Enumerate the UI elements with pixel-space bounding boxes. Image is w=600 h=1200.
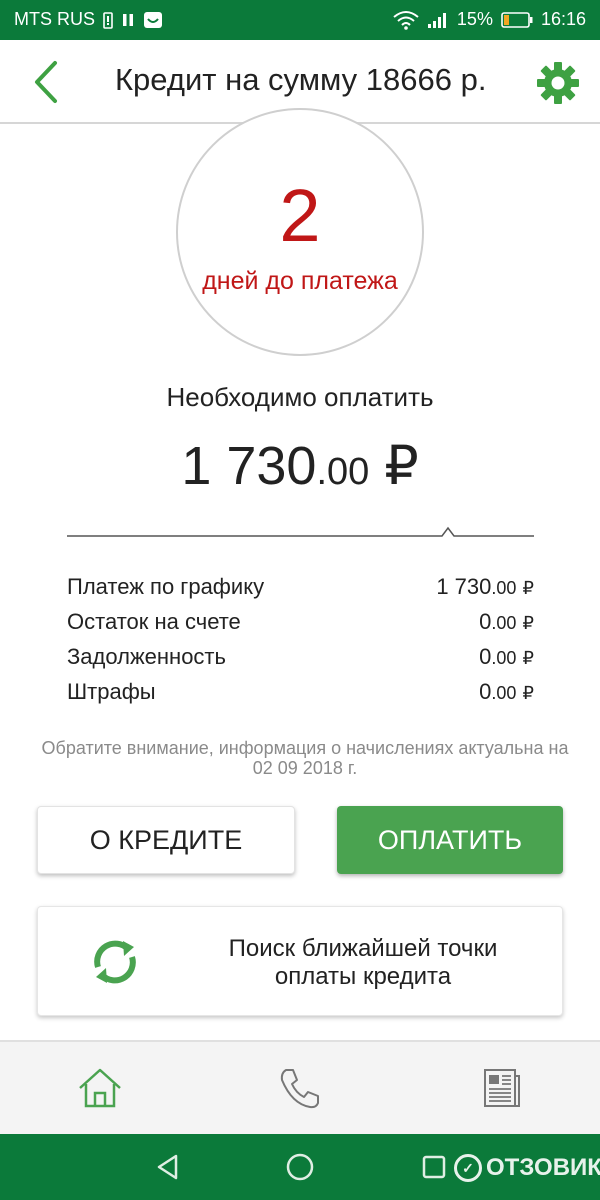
bottom-tab-bar bbox=[0, 1040, 600, 1134]
system-back-button[interactable] bbox=[152, 1151, 184, 1183]
smile-notification-icon bbox=[143, 11, 163, 29]
watermark-text: ОТЗОВИК bbox=[486, 1154, 600, 1181]
tab-home[interactable] bbox=[74, 1062, 126, 1114]
clock: 16:16 bbox=[540, 9, 586, 29]
signal-icon bbox=[427, 11, 449, 29]
detail-value: 0.00 ₽ bbox=[479, 609, 534, 634]
payment-details: Платеж по графику 1 730.00 ₽ Остаток на … bbox=[67, 570, 534, 710]
details-divider bbox=[67, 526, 534, 537]
detail-row-schedule: Платеж по графику 1 730.00 ₽ bbox=[67, 570, 534, 605]
detail-row-balance: Остаток на счете 0.00 ₽ bbox=[67, 605, 534, 640]
refresh-icon bbox=[94, 940, 136, 984]
amount-main: 1 730 bbox=[181, 436, 317, 496]
detail-row-debt: Задолженность 0.00 ₽ bbox=[67, 640, 534, 675]
gear-icon bbox=[537, 62, 579, 104]
back-button[interactable] bbox=[22, 58, 70, 106]
amount-currency: ₽ bbox=[384, 436, 419, 496]
wifi-icon bbox=[393, 10, 419, 30]
detail-label: Штрафы bbox=[67, 679, 156, 704]
pause-icon bbox=[121, 12, 135, 28]
detail-value: 0.00 ₽ bbox=[479, 679, 534, 704]
news-icon bbox=[484, 1069, 520, 1107]
battery-low-icon bbox=[501, 11, 533, 28]
tab-phone[interactable] bbox=[274, 1062, 326, 1114]
recent-square-icon bbox=[422, 1155, 446, 1179]
amount-cents: .00 bbox=[316, 451, 370, 493]
find-payment-point-card[interactable]: Поиск ближайшей точки оплаты кредита bbox=[37, 906, 563, 1016]
detail-label: Платеж по графику bbox=[67, 574, 265, 599]
system-nav-bar: ✓ ОТЗОВИК bbox=[0, 1134, 600, 1200]
home-icon bbox=[79, 1068, 121, 1108]
phone-icon bbox=[280, 1069, 319, 1109]
status-bar-right: 15% 16:16 bbox=[393, 9, 586, 30]
watermark-logo-icon: ✓ bbox=[454, 1154, 482, 1182]
watermark: ✓ ОТЗОВИК bbox=[454, 1154, 600, 1182]
info-notice: Обратите внимание, информация о начислен… bbox=[41, 738, 569, 778]
home-circle-icon bbox=[286, 1153, 314, 1181]
about-credit-button[interactable]: О КРЕДИТЕ bbox=[37, 806, 295, 874]
system-recent-button[interactable] bbox=[418, 1151, 450, 1183]
sim-alert-icon bbox=[103, 11, 113, 29]
back-triangle-icon bbox=[157, 1154, 178, 1180]
detail-value: 0.00 ₽ bbox=[479, 644, 534, 669]
amount-due-label: Необходимо оплатить bbox=[166, 382, 434, 412]
page-title: Кредит на сумму 18666 р. bbox=[115, 62, 487, 97]
detail-label: Задолженность bbox=[67, 644, 226, 669]
pay-button[interactable]: ОПЛАТИТЬ bbox=[337, 806, 563, 874]
system-home-button[interactable] bbox=[284, 1151, 316, 1183]
battery-percent: 15% bbox=[456, 9, 493, 29]
detail-value: 1 730.00 ₽ bbox=[436, 574, 534, 599]
tab-news[interactable] bbox=[474, 1062, 526, 1114]
find-payment-point-label: Поиск ближайшей точки оплаты кредита bbox=[228, 935, 498, 990]
chevron-left-icon bbox=[35, 61, 57, 103]
status-bar-left: MTS RUS bbox=[14, 9, 163, 30]
days-label: дней до платежа bbox=[202, 267, 398, 295]
detail-label: Остаток на счете bbox=[67, 609, 241, 634]
days-countdown-circle: 2 дней до платежа bbox=[176, 108, 424, 356]
status-bar: MTS RUS 15% 16:16 bbox=[0, 0, 600, 40]
amount-due: 1 730.00 ₽ bbox=[0, 434, 600, 504]
settings-button[interactable] bbox=[534, 59, 582, 107]
detail-row-fines: Штрафы 0.00 ₽ bbox=[67, 675, 534, 710]
days-number: 2 bbox=[279, 174, 321, 257]
carrier-name: MTS RUS bbox=[14, 9, 95, 29]
